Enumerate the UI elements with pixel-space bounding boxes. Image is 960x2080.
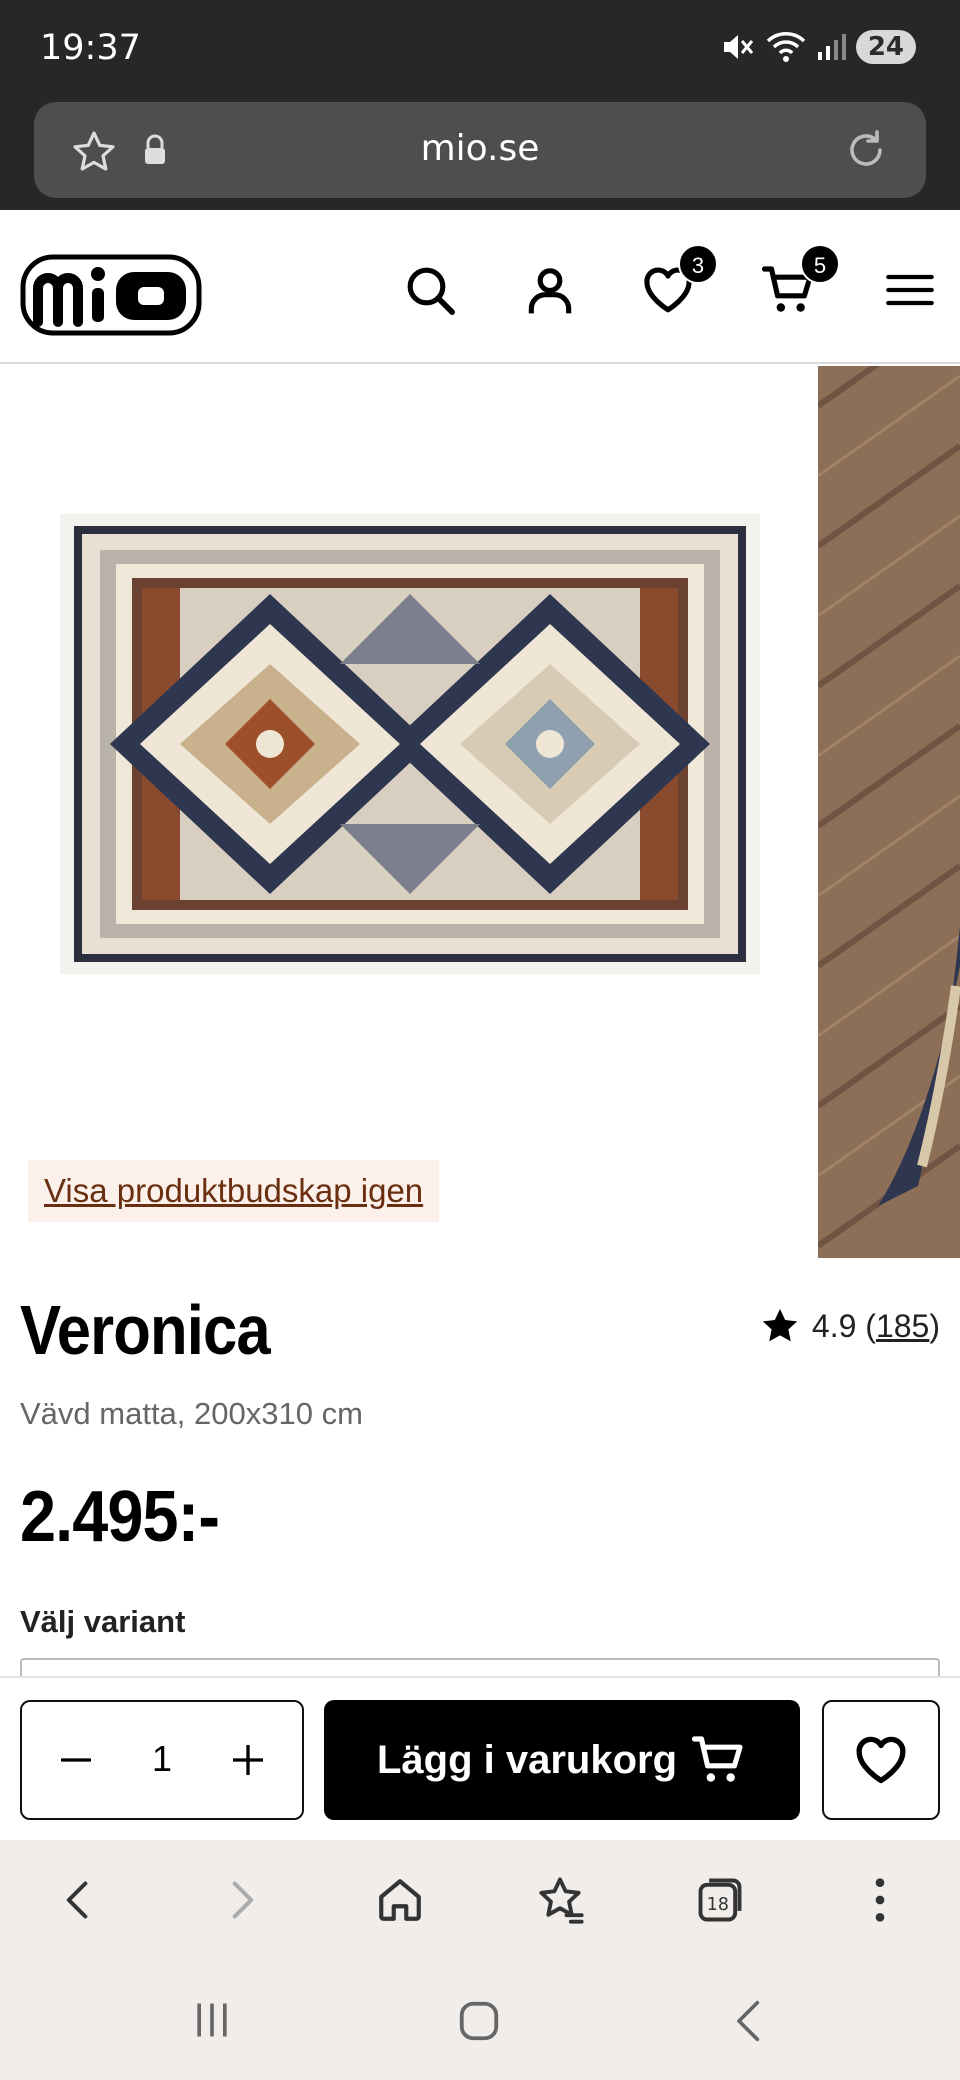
tabs-button[interactable]: 18 — [690, 1870, 750, 1930]
more-button[interactable] — [850, 1870, 910, 1930]
product-title: Veronica — [20, 1291, 271, 1369]
search-icon[interactable] — [402, 262, 458, 318]
rating-paren-close: ) — [929, 1307, 940, 1344]
rug-image — [60, 514, 760, 974]
product-message-link[interactable]: Visa produktbudskap igen — [28, 1160, 440, 1222]
home-button[interactable] — [370, 1870, 430, 1930]
mute-icon — [723, 35, 753, 59]
menu-icon[interactable] — [884, 262, 936, 318]
forward-button[interactable] — [212, 1870, 272, 1930]
home-system-icon[interactable] — [456, 1998, 502, 2044]
site-header: mio 3 5 — [0, 210, 960, 364]
system-navigation — [0, 1960, 960, 2080]
product-subtitle: Vävd matta, 200x310 cm — [20, 1396, 363, 1431]
more-vertical-icon — [875, 1878, 885, 1922]
wifi-icon — [766, 32, 806, 62]
plus-icon[interactable] — [228, 1740, 268, 1780]
bookmarks-star-icon — [539, 1877, 584, 1924]
url-field[interactable]: mio.se — [34, 102, 926, 198]
rating-value: 4.9 — [811, 1307, 857, 1344]
tab-count: 18 — [707, 1895, 729, 1915]
account-icon[interactable] — [522, 262, 578, 318]
cart-icon — [691, 1736, 743, 1782]
wishlist-button[interactable]: 3 — [640, 244, 718, 318]
status-icons: 24 — [720, 30, 916, 64]
chevron-right-icon — [232, 1881, 254, 1919]
browser-address-bar: mio.se — [0, 100, 960, 210]
rating-paren-open: ( — [856, 1307, 876, 1344]
reload-icon[interactable] — [842, 126, 890, 174]
mio-logo[interactable]: mio — [20, 254, 202, 336]
browser-toolbar: 18 — [0, 1840, 960, 1960]
status-bar: 19:37 24 — [0, 0, 960, 100]
product-image-next[interactable] — [818, 366, 960, 1258]
heart-icon — [856, 1736, 906, 1784]
product-rating[interactable]: 4.9 ( 185 ) — [760, 1306, 940, 1346]
add-to-cart-button[interactable]: Lägg i varukorg — [324, 1700, 800, 1820]
purchase-bar: 1 Lägg i varukorg — [0, 1676, 960, 1840]
battery-indicator: 24 — [855, 30, 916, 64]
back-system-icon[interactable] — [728, 1998, 772, 2044]
home-icon — [379, 1879, 421, 1921]
chevron-left-icon — [66, 1881, 88, 1919]
variant-label: Välj variant — [20, 1604, 186, 1639]
product-image-main[interactable]: Visa produktbudskap igen — [0, 366, 818, 1258]
wishlist-count-badge: 3 — [678, 244, 718, 284]
cart-count-badge: 5 — [800, 244, 840, 284]
status-time: 19:37 — [40, 28, 141, 68]
add-to-cart-label: Lägg i varukorg — [376, 1737, 678, 1782]
signal-icon — [817, 34, 846, 60]
product-price: 2.495:- — [20, 1477, 220, 1557]
quantity-stepper[interactable]: 1 — [20, 1700, 304, 1820]
add-to-wishlist-button[interactable] — [822, 1700, 940, 1820]
review-count-link[interactable]: 185 — [876, 1308, 929, 1345]
bookmarks-button[interactable] — [530, 1870, 590, 1930]
url-text: mio.se — [420, 128, 540, 169]
product-gallery[interactable]: Visa produktbudskap igen — [0, 366, 960, 1258]
tabs-icon: 18 — [698, 1878, 742, 1922]
star-icon — [762, 1309, 798, 1342]
recents-icon[interactable] — [190, 1998, 234, 2042]
back-button[interactable] — [48, 1870, 108, 1930]
cart-button[interactable]: 5 — [760, 244, 840, 318]
